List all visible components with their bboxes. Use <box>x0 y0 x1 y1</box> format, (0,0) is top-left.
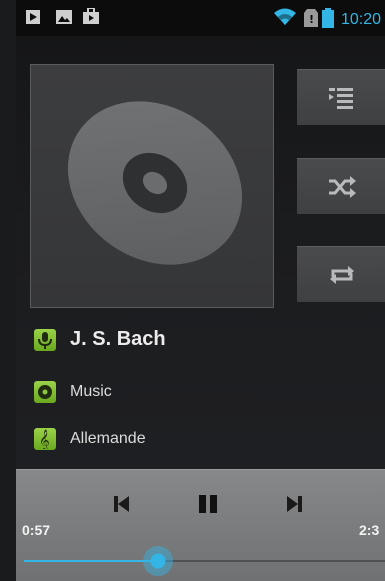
status-time: 10:20 <box>341 11 382 28</box>
pause-icon <box>199 495 217 513</box>
treble-clef-icon: 𝄞 <box>34 428 56 450</box>
total-time: 2:3 <box>359 522 380 538</box>
album-disc-icon <box>34 381 56 403</box>
no-sim-icon: ! <box>304 9 318 32</box>
track-name: Allemande <box>70 430 146 447</box>
shopping-bag-icon <box>82 8 100 24</box>
music-player-screen: ! 10:20 J. S. Bach Music 𝄞 Allemande 0:5… <box>16 0 385 581</box>
artist-name: J. S. Bach <box>70 328 166 350</box>
microphone-icon <box>34 328 56 351</box>
repeat-button[interactable] <box>297 246 385 302</box>
battery-icon <box>322 8 334 33</box>
track-row: 𝄞 Allemande <box>34 428 146 450</box>
seek-bar[interactable] <box>24 546 385 576</box>
album-row: Music <box>34 381 112 403</box>
album-name: Music <box>70 383 112 400</box>
svg-text:!: ! <box>309 13 314 26</box>
seek-thumb[interactable] <box>143 546 173 576</box>
elapsed-time: 0:57 <box>22 522 51 538</box>
pause-button[interactable] <box>190 494 226 530</box>
playback-panel: 0:57 2:3 <box>16 469 385 581</box>
wifi-icon <box>274 8 296 31</box>
previous-icon <box>114 496 129 512</box>
cd-disc-icon <box>67 101 243 265</box>
gallery-icon <box>56 10 72 24</box>
media-play-icon <box>26 10 40 24</box>
artist-row: J. S. Bach <box>34 328 166 351</box>
repeat-icon <box>330 266 354 284</box>
svg-text:𝄞: 𝄞 <box>39 430 50 449</box>
next-button[interactable] <box>276 494 312 530</box>
status-bar: ! 10:20 <box>16 0 385 36</box>
queue-button[interactable] <box>297 69 385 125</box>
shuffle-icon <box>329 176 356 198</box>
album-art <box>30 64 274 308</box>
shuffle-button[interactable] <box>297 158 385 214</box>
previous-button[interactable] <box>104 494 140 530</box>
queue-list-icon <box>329 88 353 109</box>
next-icon <box>287 496 302 512</box>
seek-progress <box>24 560 158 562</box>
